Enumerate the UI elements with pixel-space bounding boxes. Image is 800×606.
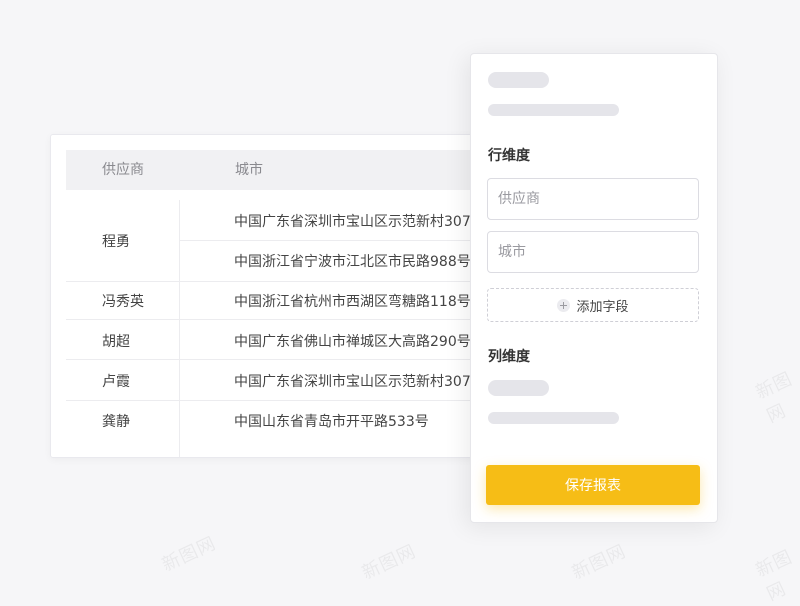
save-report-button[interactable]: 保存报表	[486, 465, 700, 505]
table-cell-supplier: 冯秀英	[102, 294, 144, 310]
table-header: 供应商 城市	[66, 150, 481, 190]
row-divider	[179, 240, 481, 241]
column-divider	[179, 200, 180, 457]
row-divider	[66, 359, 481, 360]
table-cell-supplier: 龚静	[102, 414, 130, 430]
add-field-button[interactable]: 添加字段	[487, 288, 699, 322]
skeleton-placeholder	[488, 104, 619, 116]
watermark: 新图网	[158, 532, 220, 576]
table-cell-city: 中国浙江省宁波市江北区市民路988号	[234, 254, 471, 270]
table-cell-city: 中国浙江省杭州市西湖区弯糖路118号	[234, 294, 471, 310]
table-cell-supplier: 胡超	[102, 334, 130, 350]
report-config-panel: 行维度 供应商 城市 添加字段 列维度 保存报表	[470, 53, 718, 523]
watermark: 新图网	[358, 540, 420, 584]
row-divider	[66, 281, 481, 282]
table-cell-city: 中国山东省青岛市开平路533号	[234, 414, 429, 430]
column-dimension-title: 列维度	[488, 349, 530, 365]
table-cell-supplier: 卢霞	[102, 374, 130, 390]
table-cell-supplier: 程勇	[102, 234, 130, 250]
column-header-supplier[interactable]: 供应商	[102, 150, 144, 190]
row-field-supplier[interactable]: 供应商	[487, 178, 699, 220]
table-cell-city: 中国广东省佛山市禅城区大高路290号	[234, 334, 471, 350]
add-field-label: 添加字段	[576, 299, 629, 315]
watermark: 新图网	[752, 546, 796, 606]
report-table: 供应商 城市 程勇 中国广东省深圳市宝山区示范新村307号 中国浙江省宁波市江北…	[50, 134, 482, 458]
column-header-city[interactable]: 城市	[235, 150, 263, 190]
row-divider	[66, 319, 481, 320]
plus-icon	[557, 298, 571, 312]
skeleton-placeholder	[488, 72, 549, 88]
row-field-city[interactable]: 城市	[487, 231, 699, 273]
row-dimension-title: 行维度	[488, 148, 530, 164]
skeleton-placeholder	[488, 412, 619, 424]
watermark: 新图网	[568, 540, 630, 584]
table-cell-city: 中国广东省深圳市宝山区示范新村307号	[234, 374, 482, 390]
skeleton-placeholder	[488, 380, 549, 396]
watermark: 新图网	[752, 368, 796, 428]
row-divider	[66, 400, 481, 401]
table-cell-city: 中国广东省深圳市宝山区示范新村307号	[234, 214, 482, 230]
